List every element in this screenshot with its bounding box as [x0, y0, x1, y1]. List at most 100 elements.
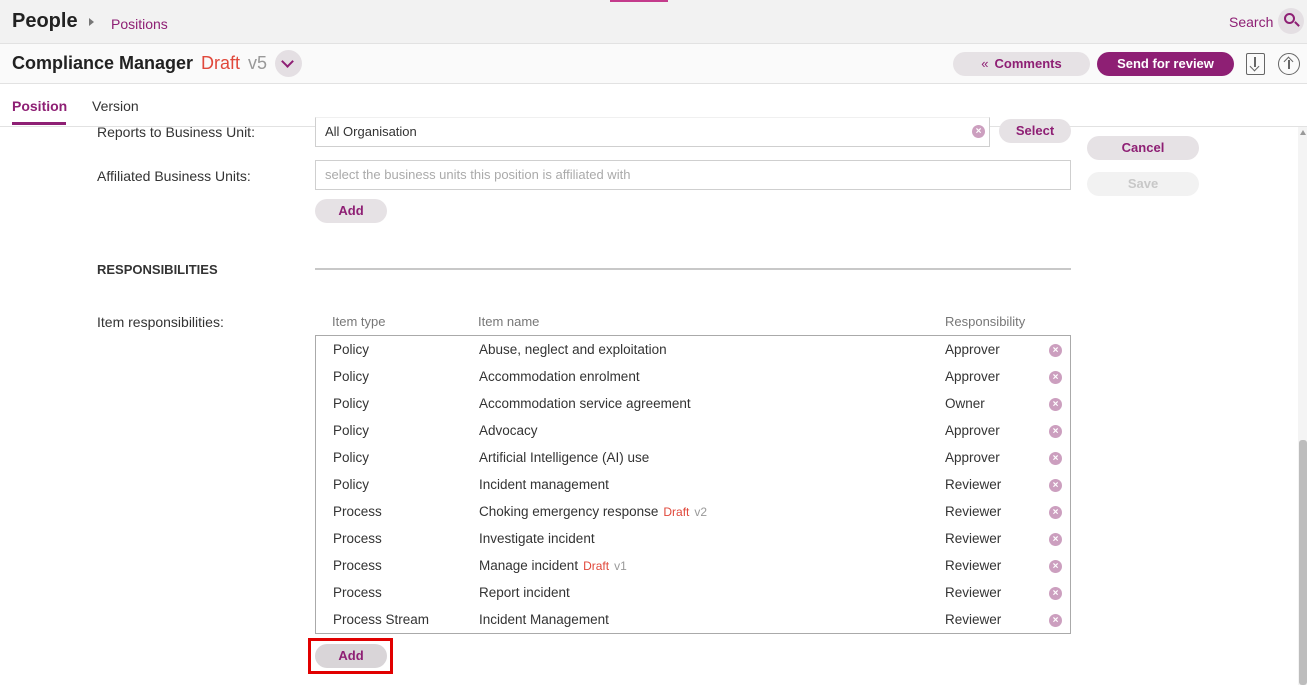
active-tab-indicator	[12, 122, 66, 125]
remove-row-icon[interactable]: ×	[1049, 506, 1062, 519]
top-bar: People Positions Search	[0, 0, 1307, 44]
remove-row-icon[interactable]: ×	[1049, 452, 1062, 465]
comments-label: Comments	[994, 56, 1062, 71]
responsibility-cell: Owner	[945, 396, 985, 411]
item-name-text: Abuse, neglect and exploitation	[479, 342, 667, 357]
download-icon[interactable]	[1246, 53, 1265, 75]
version-dropdown-button[interactable]	[275, 50, 302, 77]
affiliated-label: Affiliated Business Units:	[97, 168, 251, 184]
send-for-review-button[interactable]: Send for review	[1097, 52, 1234, 76]
upload-icon-head	[1283, 56, 1294, 67]
table-row: Process Manage incident Draft v1 Reviewer ×	[316, 553, 1070, 580]
page-title: Compliance Manager	[12, 53, 194, 73]
version-label: v5	[248, 53, 268, 73]
item-version-label: v2	[694, 505, 708, 519]
item-name-text: Accommodation service agreement	[479, 396, 691, 411]
reports-to-label: Reports to Business Unit:	[97, 124, 255, 140]
item-name-cell[interactable]: Accommodation enrolment	[479, 369, 640, 384]
search-icon-handle	[1294, 21, 1300, 27]
item-name-cell[interactable]: Choking emergency response Draft v2	[479, 504, 707, 519]
remove-row-icon[interactable]: ×	[1049, 614, 1062, 627]
table-row: Policy Artificial Intelligence (AI) use Ap…	[316, 445, 1070, 472]
table-row: Policy Advocacy Approver ×	[316, 418, 1070, 445]
scroll-up-arrow-icon[interactable]	[1300, 130, 1306, 135]
item-name-text: Report incident	[479, 585, 570, 600]
item-name-cell[interactable]: Report incident	[479, 585, 570, 600]
remove-row-icon[interactable]: ×	[1049, 344, 1062, 357]
responsibilities-heading: RESPONSIBILITIES	[97, 262, 218, 277]
document-header: Compliance Manager Draft v5 « Comments Se…	[0, 44, 1307, 84]
item-type-cell: Policy	[333, 342, 370, 357]
scrollbar-thumb[interactable]	[1299, 440, 1307, 685]
responsibility-cell: Reviewer	[945, 504, 1002, 519]
column-header-responsibility: Responsibility	[945, 314, 1026, 329]
item-name-text: Choking emergency response	[479, 504, 659, 519]
item-name-cell[interactable]: Accommodation service agreement	[479, 396, 691, 411]
responsibilities-table: Policy Abuse, neglect and exploitation App…	[315, 335, 1071, 634]
item-name-cell[interactable]: Incident Management	[479, 612, 609, 627]
responsibility-cell: Approver	[945, 423, 1000, 438]
add-business-unit-button[interactable]: Add	[315, 199, 387, 223]
breadcrumb-positions-link[interactable]: Positions	[111, 16, 168, 32]
reports-to-value: All Organisation	[325, 124, 417, 139]
item-responsibilities-label: Item responsibilities:	[97, 314, 224, 330]
item-name-text: Artificial Intelligence (AI) use	[479, 450, 650, 465]
item-status-badge: Draft	[663, 505, 690, 519]
tab-version[interactable]: Version	[92, 98, 139, 114]
item-type-cell: Policy	[333, 477, 370, 492]
top-accent-line	[610, 0, 668, 2]
table-row: Policy Accommodation service agreement Own…	[316, 391, 1070, 418]
table-row: Policy Incident management Reviewer ×	[316, 472, 1070, 499]
responsibility-cell: Reviewer	[945, 585, 1002, 600]
remove-row-icon[interactable]: ×	[1049, 587, 1062, 600]
item-type-cell: Policy	[333, 423, 370, 438]
item-type-cell: Policy	[333, 450, 370, 465]
table-row: Process Report incident Reviewer ×	[316, 580, 1070, 607]
search-button[interactable]	[1278, 8, 1304, 34]
table-row: Policy Abuse, neglect and exploitation App…	[316, 337, 1070, 364]
item-name-text: Investigate incident	[479, 531, 595, 546]
affiliated-business-units-input[interactable]: select the business units this position …	[315, 160, 1071, 190]
item-name-cell[interactable]: Investigate incident	[479, 531, 595, 546]
item-name-cell[interactable]: Advocacy	[479, 423, 538, 438]
double-chevron-left-icon: «	[981, 56, 989, 71]
remove-row-icon[interactable]: ×	[1049, 425, 1062, 438]
item-name-cell[interactable]: Manage incident Draft v1	[479, 558, 627, 573]
item-status-badge: Draft	[583, 559, 610, 573]
responsibility-cell: Approver	[945, 342, 1000, 357]
item-type-cell: Process	[333, 531, 382, 546]
table-row: Process Investigate incident Reviewer ×	[316, 526, 1070, 553]
remove-row-icon[interactable]: ×	[1049, 398, 1062, 411]
comments-button[interactable]: « Comments	[953, 52, 1090, 76]
item-type-cell: Process	[333, 504, 382, 519]
column-header-item-name: Item name	[478, 314, 540, 329]
remove-row-icon[interactable]: ×	[1049, 371, 1062, 384]
search-label[interactable]: Search	[1229, 14, 1273, 30]
item-name-cell[interactable]: Incident management	[479, 477, 609, 492]
responsibility-cell: Approver	[945, 450, 1000, 465]
breadcrumb-caret-icon	[89, 18, 94, 26]
upload-icon[interactable]	[1278, 53, 1300, 75]
download-icon-head	[1249, 61, 1260, 72]
reports-to-field[interactable]: All Organisation ×	[315, 117, 990, 147]
save-button[interactable]: Save	[1087, 172, 1199, 196]
clear-icon[interactable]: ×	[972, 125, 985, 138]
tab-position[interactable]: Position	[12, 98, 67, 114]
item-name-cell[interactable]: Abuse, neglect and exploitation	[479, 342, 667, 357]
app-title: People	[12, 10, 78, 32]
item-type-cell: Process	[333, 585, 382, 600]
select-business-unit-button[interactable]: Select	[999, 119, 1071, 143]
remove-row-icon[interactable]: ×	[1049, 479, 1062, 492]
item-name-cell[interactable]: Artificial Intelligence (AI) use	[479, 450, 649, 465]
item-name-text: Accommodation enrolment	[479, 369, 640, 384]
column-header-item-type: Item type	[332, 314, 386, 329]
item-version-label: v1	[614, 559, 627, 573]
remove-row-icon[interactable]: ×	[1049, 560, 1062, 573]
item-name-text: Advocacy	[479, 423, 538, 438]
item-name-text: Manage incident	[479, 558, 579, 573]
cancel-button[interactable]: Cancel	[1087, 136, 1199, 160]
remove-row-icon[interactable]: ×	[1049, 533, 1062, 546]
table-row: Policy Accommodation enrolment Approver ×	[316, 364, 1070, 391]
chevron-down-icon	[281, 55, 294, 68]
item-type-cell: Process Stream	[333, 612, 430, 627]
